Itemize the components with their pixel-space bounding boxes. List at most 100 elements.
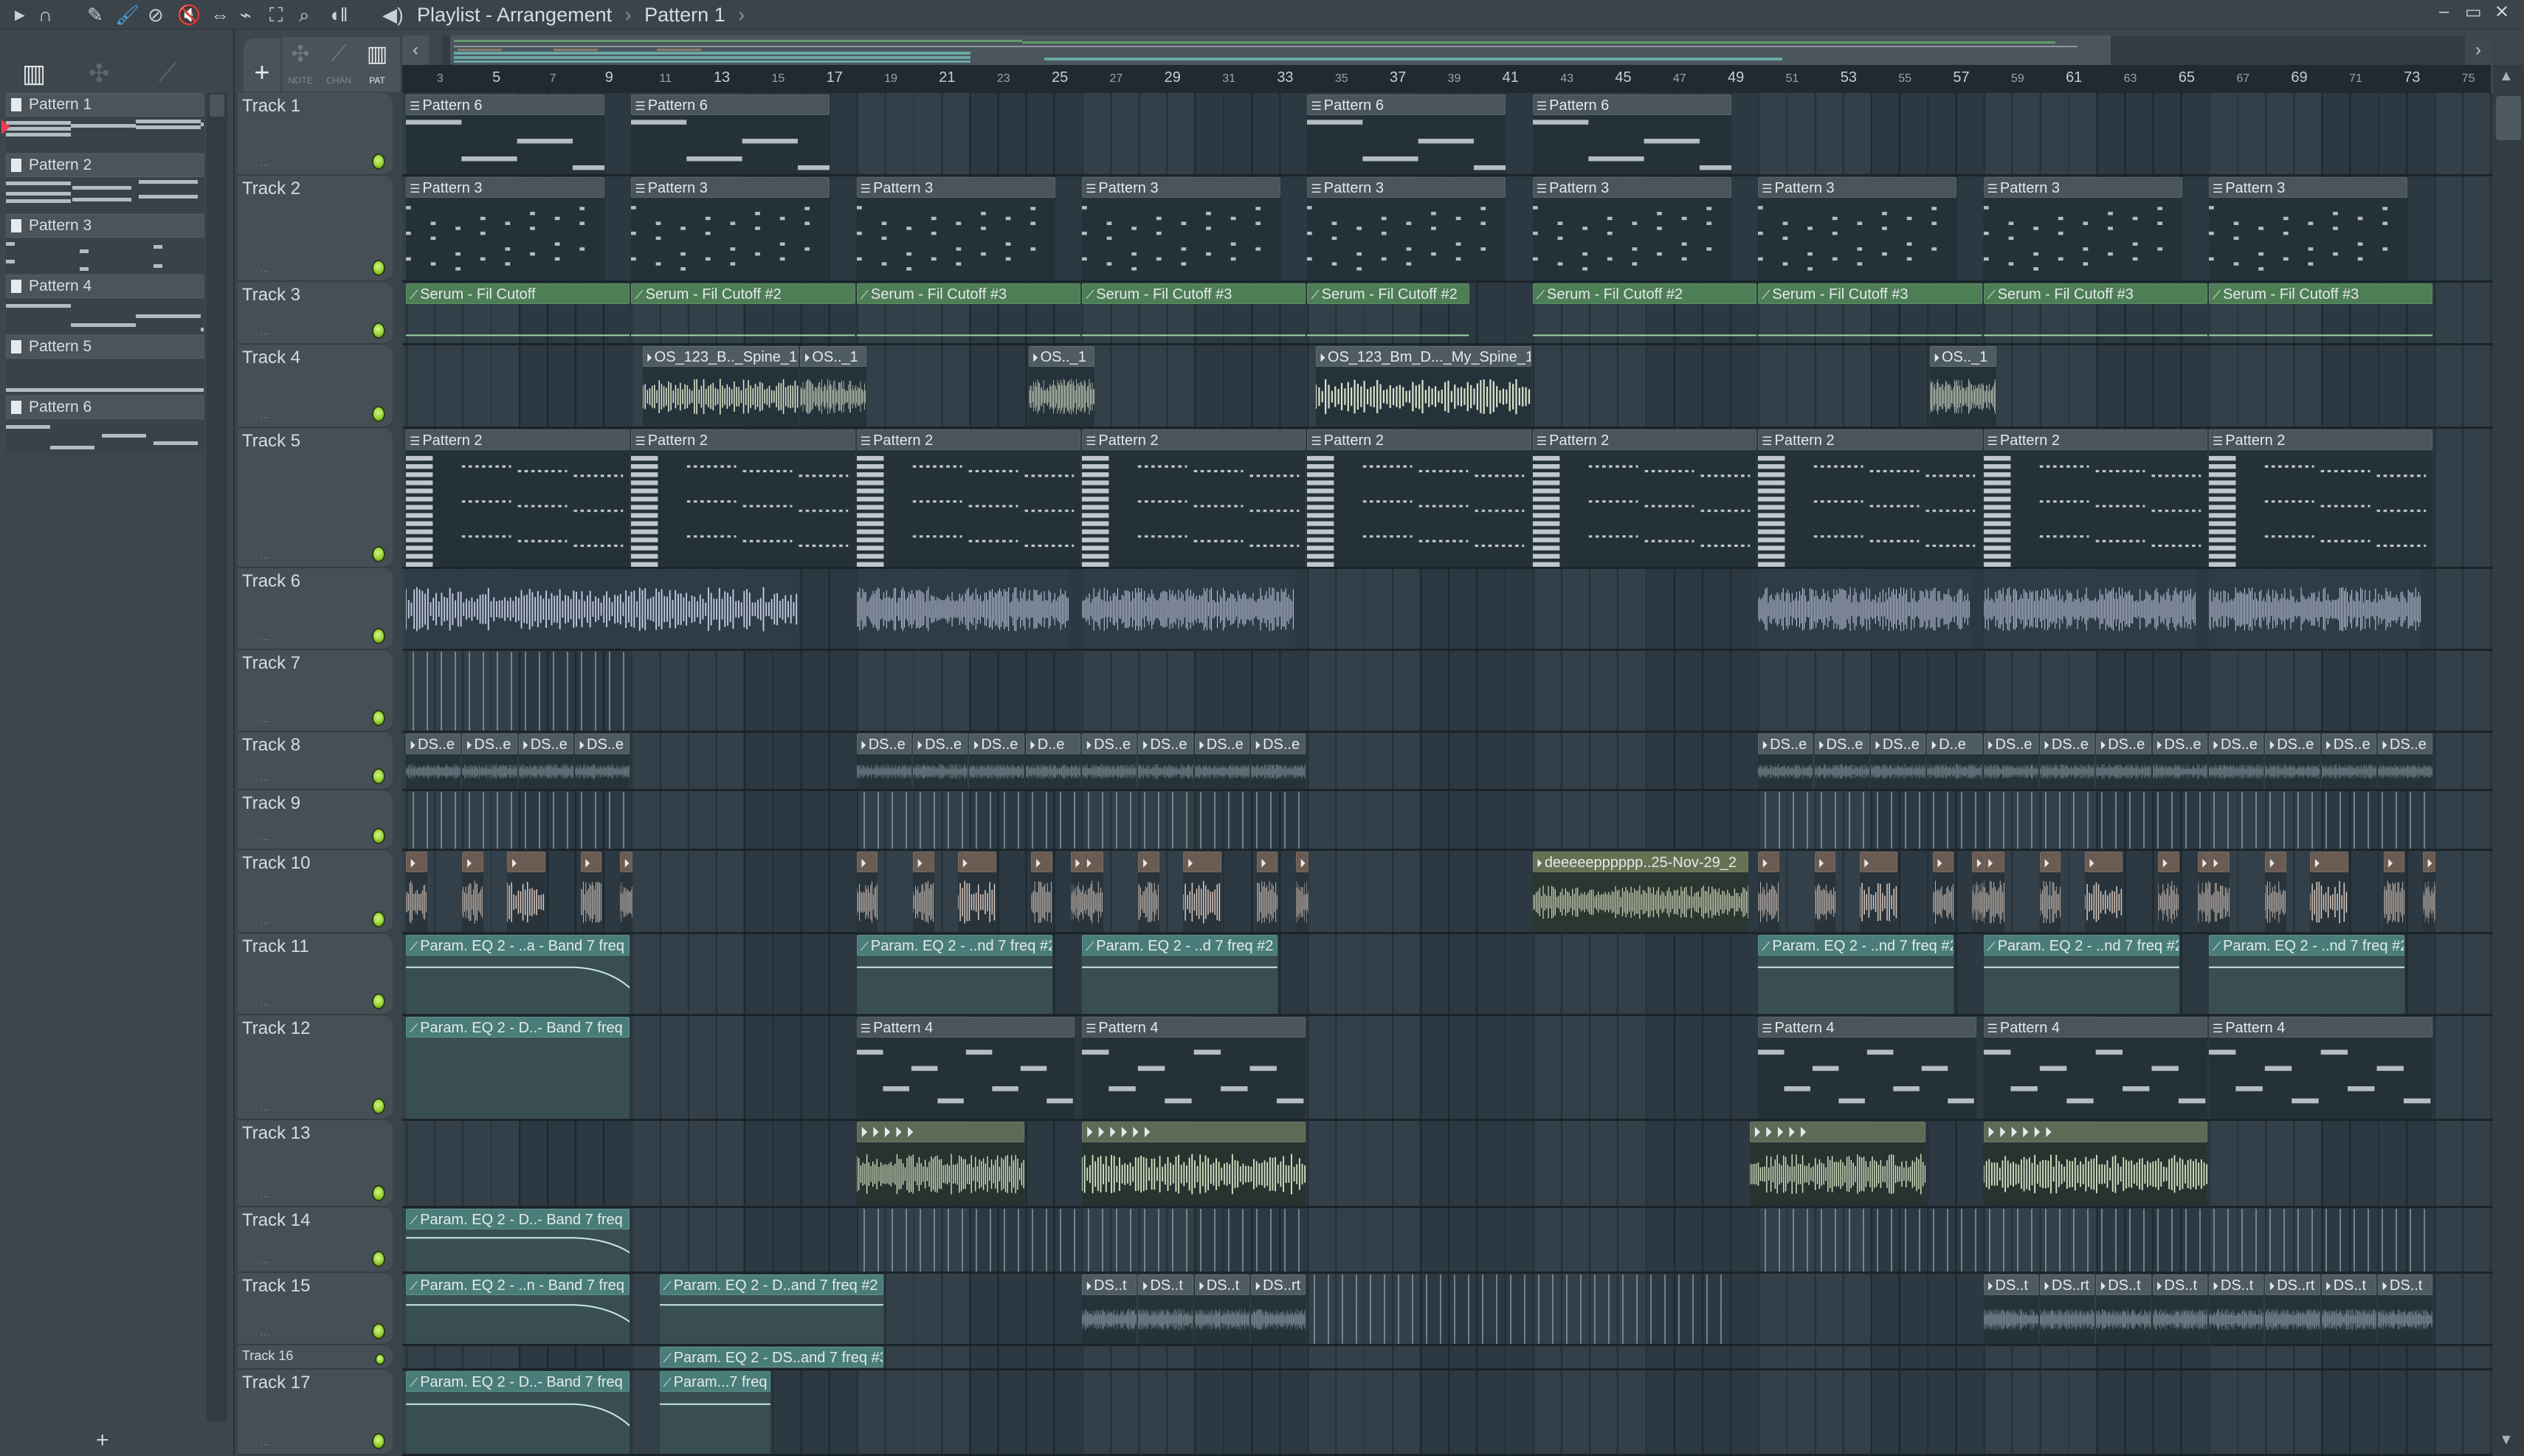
vertical-scrollbar[interactable]	[2493, 65, 2524, 1455]
track-resize-grip[interactable]: ⋯	[260, 998, 270, 1011]
clip-hit[interactable]: ⏵	[958, 852, 996, 932]
pattern-list-item[interactable]: Pattern 4	[6, 275, 204, 335]
clip-audio[interactable]: ⏵OS_123_B.._Spine_1	[643, 346, 799, 427]
clip-audio[interactable]: ⏵DS..e	[2378, 734, 2432, 789]
playback-icon[interactable]: ◖‖	[328, 3, 348, 27]
track-enable-led[interactable]	[372, 828, 385, 844]
clip-hit[interactable]: ⏵	[1296, 852, 1308, 932]
clip-pattern[interactable]: ☰Pattern 4	[2209, 1017, 2432, 1119]
clip-wave[interactable]	[406, 570, 799, 649]
clip-hit[interactable]: ⏵	[1257, 852, 1278, 932]
track-header[interactable]: Track 3⋯	[238, 282, 393, 345]
track-resize-grip[interactable]: ⋯	[260, 1438, 270, 1451]
speaker-icon[interactable]: ◀)	[382, 3, 404, 27]
clip-auto[interactable]: ⟋Serum - Fil Cutoff #3	[1082, 283, 1306, 343]
track-header[interactable]: Track 7⋯	[238, 650, 393, 732]
clip-ticks[interactable]	[857, 1209, 1306, 1272]
slice-icon[interactable]: ⌁	[240, 3, 252, 27]
clip-audio[interactable]: ⏵DS..e	[2322, 734, 2376, 789]
clip-auto[interactable]: ⟋Serum - Fil Cutoff #3	[857, 283, 1080, 343]
clip-audio[interactable]: ⏵OS.._1	[1930, 346, 1996, 427]
clip-pattern[interactable]: ☰Pattern 4	[1758, 1017, 1976, 1119]
clip-param[interactable]: ⟋Param. EQ 2 - ..n - Band 7 freq	[406, 1274, 630, 1344]
track-enable-led[interactable]	[375, 1353, 385, 1365]
clip-wave[interactable]	[857, 570, 1069, 649]
track-header[interactable]: Track 11⋯	[238, 934, 393, 1015]
clip-audio[interactable]: ⏵DS..t	[1984, 1274, 2038, 1344]
clip-grn[interactable]: ⏵ ⏵ ⏵ ⏵ ⏵ ⏵	[1984, 1122, 2207, 1206]
clip-hit[interactable]: ⏵	[1082, 852, 1103, 932]
mode-chan[interactable]: CHAN	[320, 75, 357, 86]
clip-ticks[interactable]	[406, 652, 630, 731]
clip-pattern[interactable]: ☰Pattern 6	[631, 94, 830, 174]
clip-audio[interactable]: ⏵DS..e	[913, 734, 968, 789]
clip-wave[interactable]	[1758, 570, 1970, 649]
clip-ticks[interactable]	[1758, 792, 2432, 849]
clip-wave[interactable]	[2209, 570, 2421, 649]
track-resize-grip[interactable]: ⋯	[260, 1328, 270, 1341]
clip-pattern[interactable]: ☰Pattern 4	[1082, 1017, 1306, 1119]
note-wave-icon[interactable]: ✣	[282, 41, 319, 67]
clip-audio[interactable]: ⏵DS..t	[1138, 1274, 1193, 1344]
clip-pattern[interactable]: ☰Pattern 3	[857, 177, 1055, 280]
clip-ticks[interactable]	[1758, 1209, 2432, 1272]
clip-auto[interactable]: ⟋Serum - Fil Cutoff #2	[1533, 283, 1756, 343]
clip-audio[interactable]: ⏵DS..e	[969, 734, 1024, 789]
clip-audio[interactable]: ⏵DS..t	[2153, 1274, 2207, 1344]
chan-automation-icon[interactable]: ⟋	[320, 41, 357, 66]
clip-hit[interactable]: ⏵	[857, 852, 878, 932]
timeline-ruler[interactable]: 3579111315171921232527293133353739414345…	[402, 65, 2491, 93]
track-enable-led[interactable]	[372, 628, 385, 644]
pat-piano-icon[interactable]: ▥	[359, 41, 396, 67]
audio-clip-icon[interactable]: ✣	[89, 59, 110, 89]
clip-pattern[interactable]: ☰Pattern 2	[2209, 429, 2432, 567]
clip-pattern[interactable]: ☰Pattern 2	[1533, 429, 1756, 567]
play-arrow-icon[interactable]: ▶	[15, 3, 25, 27]
clip-audio[interactable]: ⏵DS..t	[2322, 1274, 2376, 1344]
clip-pattern[interactable]: ☰Pattern 2	[1758, 429, 1982, 567]
track-resize-grip[interactable]: ⋯	[260, 551, 270, 564]
track-enable-led[interactable]	[372, 406, 385, 422]
clip-hit[interactable]: ⏵	[507, 852, 545, 932]
clip-hit[interactable]: ⏵	[1758, 852, 1779, 932]
clip-audio[interactable]: ⏵DS..t	[2096, 1274, 2151, 1344]
clip-hit[interactable]: ⏵	[2085, 852, 2123, 932]
track-header[interactable]: Track 16	[238, 1345, 393, 1370]
track-header[interactable]: Track 13⋯	[238, 1120, 393, 1207]
track-enable-led[interactable]	[372, 1098, 385, 1114]
pattern-selector[interactable]: Pattern 1	[644, 4, 725, 26]
track-enable-led[interactable]	[372, 911, 385, 928]
clip-audio[interactable]: ⏵DS..e	[1984, 734, 2038, 789]
maximize-button[interactable]: ▭	[2465, 1, 2482, 23]
track-header[interactable]: Track 9⋯	[238, 790, 393, 850]
track-header[interactable]: Track 17⋯	[238, 1370, 393, 1455]
clip-pattern[interactable]: ☰Pattern 6	[1533, 94, 1731, 174]
clip-pattern[interactable]: ☰Pattern 3	[1533, 177, 1731, 280]
clip-audio[interactable]: ⏵DS..e	[2040, 734, 2094, 789]
clip-pattern[interactable]: ☰Pattern 3	[1082, 177, 1280, 280]
clip-param[interactable]: ⟋Param. EQ 2 - D..and 7 freq #2	[660, 1274, 883, 1344]
clip-audio[interactable]: ⏵OS.._1	[1029, 346, 1095, 427]
clip-grn[interactable]: ⏵ ⏵ ⏵ ⏵ ⏵ ⏵	[1082, 1122, 1306, 1206]
scroll-left-button[interactable]: ‹	[402, 35, 429, 65]
clip-hit[interactable]: ⏵	[2423, 852, 2435, 932]
pattern-list-item[interactable]: Pattern 3	[6, 214, 204, 275]
clip-auto[interactable]: ⟋Serum - Fil Cutoff #2	[631, 283, 855, 343]
clip-audio[interactable]: ⏵DS..e	[2265, 734, 2320, 789]
clip-param[interactable]: ⟋Param. EQ 2 - D..- Band 7 freq	[406, 1371, 630, 1454]
track-resize-grip[interactable]: ⋯	[260, 265, 270, 277]
scroll-up-arrow-icon[interactable]: ▲	[2499, 68, 2514, 85]
add-track-button[interactable]: +	[244, 38, 280, 92]
clip-pattern[interactable]: ☰Pattern 4	[1984, 1017, 2207, 1119]
clip-pattern[interactable]: ☰Pattern 3	[1984, 177, 2182, 280]
close-button[interactable]: ✕	[2494, 1, 2509, 23]
clip-param[interactable]: ⟋Param. EQ 2 - ..nd 7 freq #2	[1758, 935, 1954, 1014]
clip-audio[interactable]: ⏵DS..e	[1082, 734, 1137, 789]
track-header[interactable]: Track 12⋯	[238, 1015, 393, 1120]
clip-hit[interactable]: ⏵	[1138, 852, 1159, 932]
clip-pattern[interactable]: ☰Pattern 4	[857, 1017, 1075, 1119]
clip-auto[interactable]: ⟋Serum - Fil Cutoff #3	[2209, 283, 2432, 343]
clip-hit[interactable]: ⏵	[2209, 852, 2230, 932]
track-header[interactable]: Track 14⋯	[238, 1207, 393, 1273]
clip-audio[interactable]: ⏵DS..e	[1815, 734, 1869, 789]
